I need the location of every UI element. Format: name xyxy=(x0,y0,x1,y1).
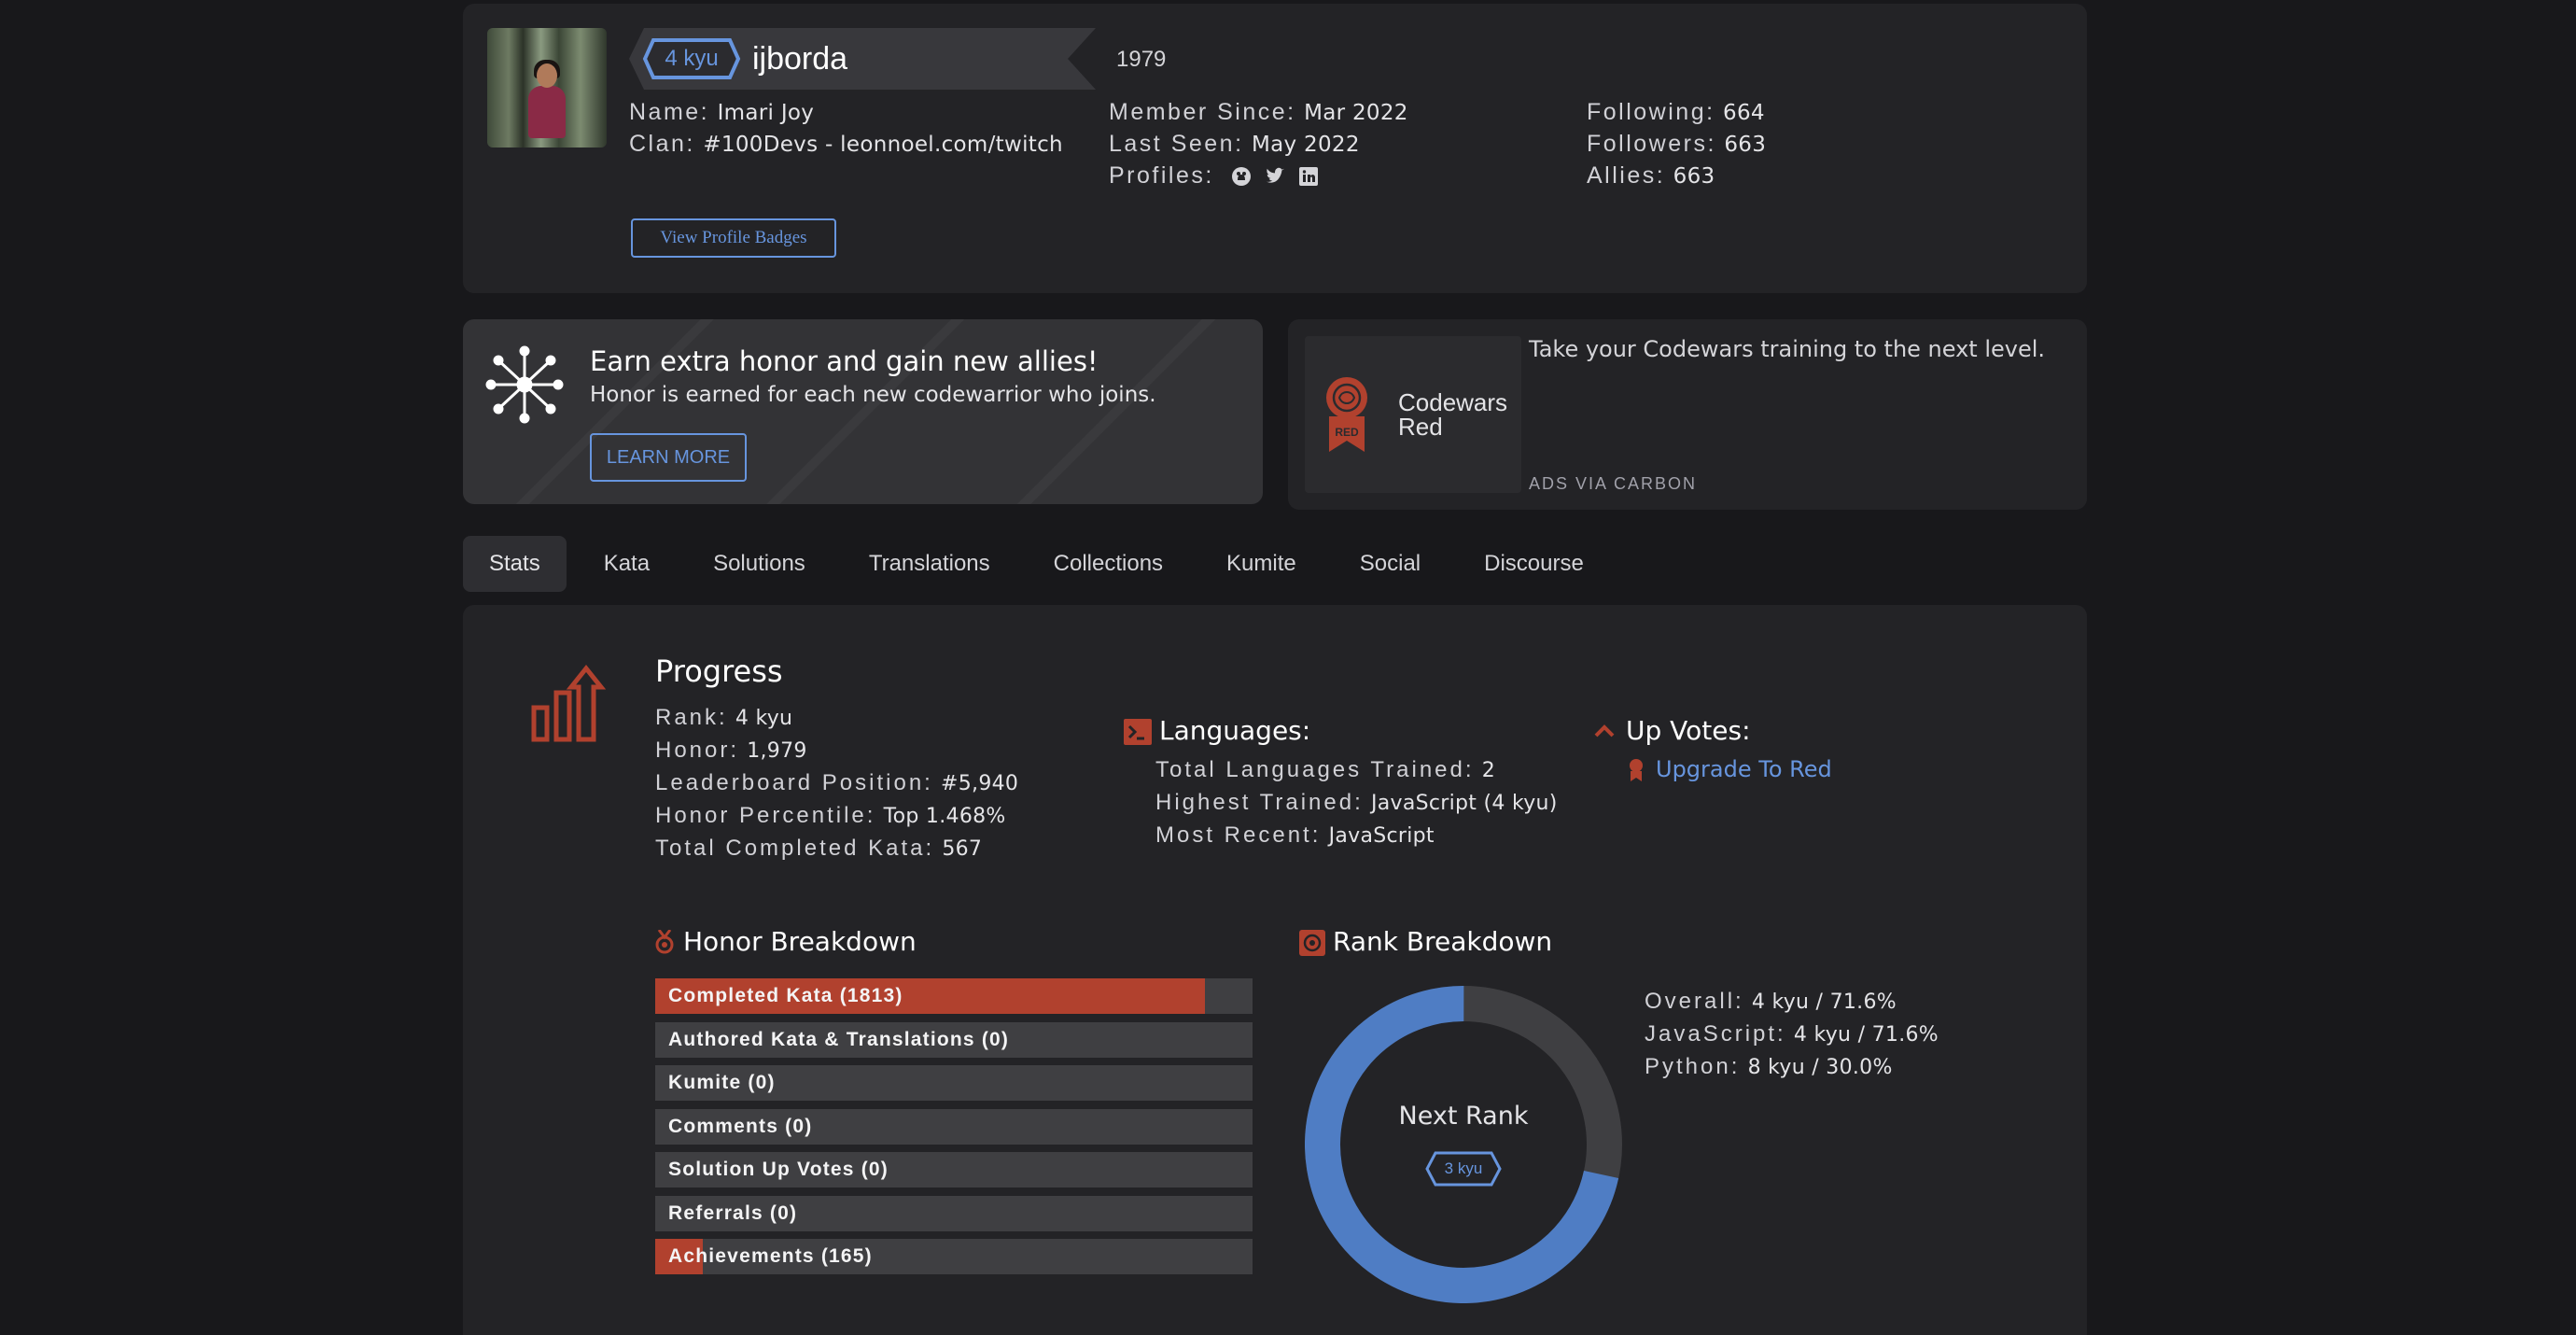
tab-social[interactable]: Social xyxy=(1334,536,1447,592)
referral-banner: Earn extra honor and gain new allies! Ho… xyxy=(463,319,1263,504)
tab-solutions[interactable]: Solutions xyxy=(687,536,832,592)
learn-more-button[interactable]: LEARN MORE xyxy=(590,433,747,482)
honor-breakdown-row: Referrals (0) xyxy=(655,1195,1253,1231)
username: ijborda xyxy=(752,41,848,77)
honor-breakdown-label: Kumite (0) xyxy=(668,1072,776,1093)
ad-image[interactable]: RED Codewars Red xyxy=(1305,336,1521,493)
profiles-field: Profiles: xyxy=(1109,162,1319,190)
python-rank-stat: Python: 8 kyu / 30.0% xyxy=(1645,1054,1893,1079)
target-icon xyxy=(1299,930,1325,961)
rank-stat: Rank: 4 kyu xyxy=(655,705,793,730)
rank-breakdown-stats: Overall: 4 kyu / 71.6% JavaScript: 4 kyu… xyxy=(1645,986,1939,1084)
rank-badge: 4 kyu xyxy=(642,37,741,80)
honor-breakdown-list: Completed Kata (1813) Authored Kata & Tra… xyxy=(655,978,1253,1286)
network-icon xyxy=(485,345,564,429)
most-recent-stat: Most Recent: JavaScript xyxy=(1155,822,1435,848)
following-field: Following: 664 xyxy=(1587,99,1765,125)
honor-breakdown-label: Referrals (0) xyxy=(668,1202,798,1224)
followers-field: Followers: 663 xyxy=(1587,131,1767,157)
tab-collections[interactable]: Collections xyxy=(1028,536,1189,592)
progress-stats: Rank: 4 kyu Honor: 1,979 Leaderboard Pos… xyxy=(655,702,1018,865)
upvotes-title: Up Votes: xyxy=(1626,715,1751,746)
honor-breakdown-row: Authored Kata & Translations (0) xyxy=(655,1021,1253,1058)
honor-breakdown-row: Solution Up Votes (0) xyxy=(655,1152,1253,1187)
ad-title: Codewars Red xyxy=(1398,388,1508,441)
chevron-up-icon xyxy=(1594,723,1615,744)
languages-title: Languages: xyxy=(1159,715,1311,746)
progress-title: Progress xyxy=(655,653,783,689)
tab-kumite[interactable]: Kumite xyxy=(1200,536,1323,592)
honor-breakdown-label: Comments (0) xyxy=(668,1115,813,1137)
stats-panel: Progress Rank: 4 kyu Honor: 1,979 Leader… xyxy=(463,605,2087,1335)
ribbon-icon xyxy=(1628,758,1645,787)
view-profile-badges-button[interactable]: View Profile Badges xyxy=(631,218,836,258)
honor-score: 1979 xyxy=(1116,47,1167,72)
honor-breakdown-label: Authored Kata & Translations (0) xyxy=(668,1028,1010,1050)
ad-badge-text: RED xyxy=(1335,426,1359,439)
total-languages-stat: Total Languages Trained: 2 xyxy=(1155,757,1496,782)
completed-kata-stat: Total Completed Kata: 567 xyxy=(655,836,983,861)
progress-chart-icon xyxy=(530,664,614,748)
tab-kata[interactable]: Kata xyxy=(578,536,676,592)
rank-badge-label: 4 kyu xyxy=(665,46,719,71)
clan-field: Clan: #100Devs - leonnoel.com/twitch xyxy=(629,131,1063,157)
overall-rank-stat: Overall: 4 kyu / 71.6% xyxy=(1645,989,1897,1014)
tab-discourse[interactable]: Discourse xyxy=(1458,536,1610,592)
member-since-field: Member Since: Mar 2022 xyxy=(1109,99,1408,125)
honor-breakdown-row: Completed Kata (1813) xyxy=(655,978,1253,1014)
last-seen-field: Last Seen: May 2022 xyxy=(1109,131,1360,157)
medal-icon xyxy=(655,929,674,959)
honor-breakdown-label: Solution Up Votes (0) xyxy=(668,1159,889,1180)
honor-breakdown-row: Achievements (165) xyxy=(655,1239,1253,1274)
allies-field: Allies: 663 xyxy=(1587,162,1715,189)
profile-tabs: Stats Kata Solutions Translations Collec… xyxy=(463,536,1621,592)
leaderboard-stat: Leaderboard Position: #5,940 xyxy=(655,770,1019,795)
referral-subtitle: Honor is earned for each new codewarrior… xyxy=(590,383,1156,407)
languages-stats: Total Languages Trained: 2 Highest Train… xyxy=(1155,754,1558,852)
avatar xyxy=(487,28,607,148)
honor-breakdown-row: Comments (0) xyxy=(655,1108,1253,1145)
linkedin-icon[interactable] xyxy=(1298,166,1319,187)
next-rank-label: Next Rank xyxy=(1398,1102,1529,1131)
highest-trained-stat: Highest Trained: JavaScript (4 kyu) xyxy=(1155,790,1558,815)
ads-via-carbon-link[interactable]: ADS VIA CARBON xyxy=(1529,474,1697,494)
percentile-stat: Honor Percentile: Top 1.468% xyxy=(655,803,1006,828)
javascript-rank-stat: JavaScript: 4 kyu / 71.6% xyxy=(1645,1021,1939,1047)
github-icon[interactable] xyxy=(1231,166,1252,187)
name-field: Name: Imari Joy xyxy=(629,99,815,125)
rank-breakdown-title: Rank Breakdown xyxy=(1333,926,1553,957)
honor-breakdown-title: Honor Breakdown xyxy=(683,926,917,957)
honor-breakdown-label: Achievements (165) xyxy=(668,1245,873,1267)
ad-card[interactable]: RED Codewars Red Take your Codewars trai… xyxy=(1288,319,2087,510)
terminal-icon xyxy=(1124,719,1152,750)
upgrade-to-red-link[interactable]: Upgrade To Red xyxy=(1656,756,1832,782)
profile-card: 4 kyu ijborda 1979 Name: Imari Joy Clan:… xyxy=(463,4,2087,293)
honor-stat: Honor: 1,979 xyxy=(655,738,807,763)
referral-title: Earn extra honor and gain new allies! xyxy=(590,345,1099,377)
twitter-icon[interactable] xyxy=(1265,166,1285,187)
tab-translations[interactable]: Translations xyxy=(843,536,1016,592)
next-rank-badge: 3 kyu xyxy=(1424,1150,1503,1187)
honor-breakdown-row: Kumite (0) xyxy=(655,1065,1253,1101)
codewars-red-badge-icon: RED xyxy=(1323,375,1370,458)
honor-breakdown-label: Completed Kata (1813) xyxy=(668,985,903,1006)
tab-stats[interactable]: Stats xyxy=(463,536,567,592)
ad-text[interactable]: Take your Codewars training to the next … xyxy=(1529,336,2045,362)
rank-progress-donut: Next Rank 3 kyu xyxy=(1305,986,1622,1303)
